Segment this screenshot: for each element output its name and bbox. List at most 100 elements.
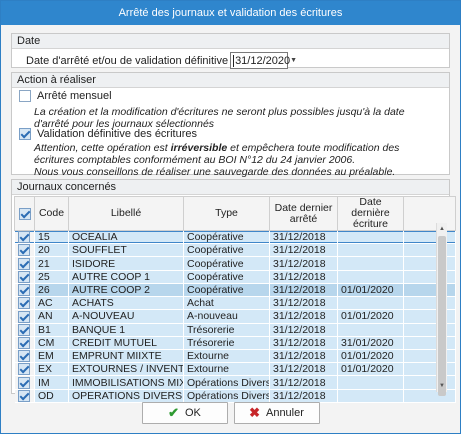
- cell-date-derniere-ecriture[interactable]: 01/01/2020: [337, 362, 404, 377]
- cell-date-derniere-ecriture[interactable]: [337, 375, 404, 390]
- row-checkbox-cell[interactable]: [14, 230, 35, 245]
- cell-code[interactable]: 15: [34, 230, 69, 245]
- row-checkbox-cell[interactable]: [14, 283, 35, 298]
- row-checkbox[interactable]: [18, 336, 31, 349]
- cell-code[interactable]: B1: [34, 323, 69, 337]
- cell-date-derniere-ecriture[interactable]: [337, 256, 404, 271]
- cell-date-dernier-arrete[interactable]: 31/12/2018: [269, 270, 338, 284]
- cell-code[interactable]: EX: [34, 362, 69, 377]
- cell-date-derniere-ecriture[interactable]: [337, 243, 404, 258]
- cell-code[interactable]: OD: [34, 389, 69, 403]
- row-checkbox[interactable]: [18, 297, 31, 309]
- cell-code[interactable]: AC: [34, 296, 69, 311]
- cell-date-dernier-arrete[interactable]: 31/12/2018: [269, 336, 338, 350]
- cell-code[interactable]: EM: [34, 349, 69, 364]
- cell-libelle[interactable]: EMPRUNT MIIXTE: [68, 349, 184, 364]
- row-checkbox[interactable]: [18, 389, 31, 402]
- cell-date-dernier-arrete[interactable]: 31/12/2018: [269, 323, 338, 337]
- cell-date-derniere-ecriture[interactable]: [337, 296, 404, 311]
- cell-date-dernier-arrete[interactable]: 31/12/2018: [269, 243, 338, 258]
- cell-type[interactable]: Extourne: [183, 349, 270, 364]
- cell-date-derniere-ecriture[interactable]: [337, 230, 404, 245]
- cell-type[interactable]: Extourne: [183, 362, 270, 377]
- cell-date-dernier-arrete[interactable]: 31/12/2018: [269, 349, 338, 364]
- cell-code[interactable]: 20: [34, 243, 69, 258]
- cell-libelle[interactable]: EXTOURNES / INVENTAIRE: [68, 362, 184, 377]
- cell-libelle[interactable]: BANQUE 1: [68, 323, 184, 337]
- col-type[interactable]: Type: [183, 196, 270, 231]
- table-row[interactable]: AC ACHATS Achat 31/12/2018: [14, 296, 456, 311]
- row-checkbox-cell[interactable]: [14, 270, 35, 284]
- cell-libelle[interactable]: AUTRE COOP 2: [68, 283, 184, 298]
- row-checkbox[interactable]: [18, 270, 31, 283]
- cell-date-derniere-ecriture[interactable]: 01/01/2020: [337, 283, 404, 298]
- cell-code[interactable]: AN: [34, 309, 69, 324]
- row-checkbox-cell[interactable]: [14, 362, 35, 377]
- cell-type[interactable]: Achat: [183, 296, 270, 311]
- table-row[interactable]: 21 ISIDORE Coopérative 31/12/2018: [14, 256, 456, 271]
- table-row[interactable]: AN A-NOUVEAU A-nouveau 31/12/2018 01/01/2020: [14, 309, 456, 324]
- cell-type[interactable]: Coopérative: [183, 270, 270, 284]
- option-arrete-mensuel[interactable]: Arrêté mensuel: [19, 90, 112, 102]
- table-row[interactable]: EM EMPRUNT MIIXTE Extourne 31/12/2018 01/01/…: [14, 349, 456, 364]
- cell-type[interactable]: Coopérative: [183, 243, 270, 258]
- row-checkbox-cell[interactable]: [14, 349, 35, 364]
- cell-libelle[interactable]: CREDIT MUTUEL: [68, 336, 184, 350]
- row-checkbox[interactable]: [18, 323, 31, 336]
- cell-date-dernier-arrete[interactable]: 31/12/2018: [269, 283, 338, 298]
- row-checkbox-cell[interactable]: [14, 323, 35, 337]
- ok-button[interactable]: ✔ OK: [141, 402, 228, 424]
- cell-date-dernier-arrete[interactable]: 31/12/2018: [269, 230, 338, 245]
- row-checkbox-cell[interactable]: [14, 256, 35, 271]
- cell-libelle[interactable]: A-NOUVEAU: [68, 309, 184, 324]
- col-date-dernier-arrete[interactable]: Date dernier arrêté: [269, 196, 338, 231]
- cell-type[interactable]: Trésorerie: [183, 323, 270, 337]
- cell-type[interactable]: Opérations Diverses: [183, 389, 270, 403]
- row-checkbox-cell[interactable]: [14, 296, 35, 311]
- row-checkbox[interactable]: [18, 363, 31, 375]
- row-checkbox[interactable]: [18, 284, 31, 296]
- cell-date-derniere-ecriture[interactable]: [337, 389, 404, 403]
- table-row[interactable]: IMIMMOBILISATIONS MIXTEOpérations Divers…: [14, 375, 456, 390]
- cell-libelle[interactable]: AUTRE COOP 1: [68, 270, 184, 284]
- scroll-thumb[interactable]: [438, 236, 446, 396]
- row-checkbox[interactable]: [18, 231, 31, 243]
- row-checkbox-cell[interactable]: [14, 309, 35, 324]
- cell-date-derniere-ecriture[interactable]: 31/01/2020: [337, 336, 404, 350]
- scroll-down-icon[interactable]: ▼: [437, 381, 447, 391]
- cell-type[interactable]: Trésorerie: [183, 336, 270, 350]
- cell-date-dernier-arrete[interactable]: 31/12/2018: [269, 375, 338, 390]
- date-picker[interactable]: 31/12/2020 ▼: [230, 52, 297, 69]
- row-checkbox-cell[interactable]: [14, 375, 35, 390]
- cell-date-dernier-arrete[interactable]: 31/12/2018: [269, 389, 338, 403]
- table-row[interactable]: 26 AUTRE COOP 2 Coopérative 31/12/2018 01/01…: [14, 283, 456, 298]
- row-checkbox[interactable]: [18, 257, 31, 270]
- cell-date-dernier-arrete[interactable]: 31/12/2018: [269, 362, 338, 377]
- cell-type[interactable]: Coopérative: [183, 230, 270, 245]
- cell-libelle[interactable]: SOUFFLET: [68, 243, 184, 258]
- col-code[interactable]: Code: [34, 196, 69, 231]
- cell-libelle[interactable]: OCEALIA: [68, 230, 184, 245]
- col-date-derniere-ecriture[interactable]: Date dernière écriture: [337, 196, 404, 231]
- row-checkbox[interactable]: [18, 376, 31, 389]
- cell-type[interactable]: Coopérative: [183, 256, 270, 271]
- cell-libelle[interactable]: ISIDORE: [68, 256, 184, 271]
- row-checkbox-cell[interactable]: [14, 336, 35, 350]
- chevron-down-icon[interactable]: ▼: [290, 57, 297, 64]
- select-all-checkbox[interactable]: [18, 207, 31, 220]
- cell-libelle[interactable]: ACHATS: [68, 296, 184, 311]
- cell-code[interactable]: 26: [34, 283, 69, 298]
- table-row[interactable]: EXEXTOURNES / INVENTAIREExtourne31/12/20…: [14, 362, 456, 377]
- arrete-mensuel-checkbox[interactable]: [19, 90, 31, 102]
- cancel-button[interactable]: ✖ Annuler: [233, 402, 320, 424]
- cell-date-dernier-arrete[interactable]: 31/12/2018: [269, 309, 338, 324]
- cell-date-derniere-ecriture[interactable]: 01/01/2020: [337, 309, 404, 324]
- cell-type[interactable]: Opérations Diverses: [183, 375, 270, 390]
- row-checkbox[interactable]: [18, 310, 31, 323]
- row-checkbox[interactable]: [18, 244, 31, 256]
- cell-libelle[interactable]: OPERATIONS DIVERSES: [68, 389, 184, 403]
- cell-date-derniere-ecriture[interactable]: 01/01/2020: [337, 349, 404, 364]
- cell-date-derniere-ecriture[interactable]: [337, 270, 404, 284]
- vertical-scrollbar[interactable]: ▲ ▼: [436, 223, 447, 396]
- cell-code[interactable]: 25: [34, 270, 69, 284]
